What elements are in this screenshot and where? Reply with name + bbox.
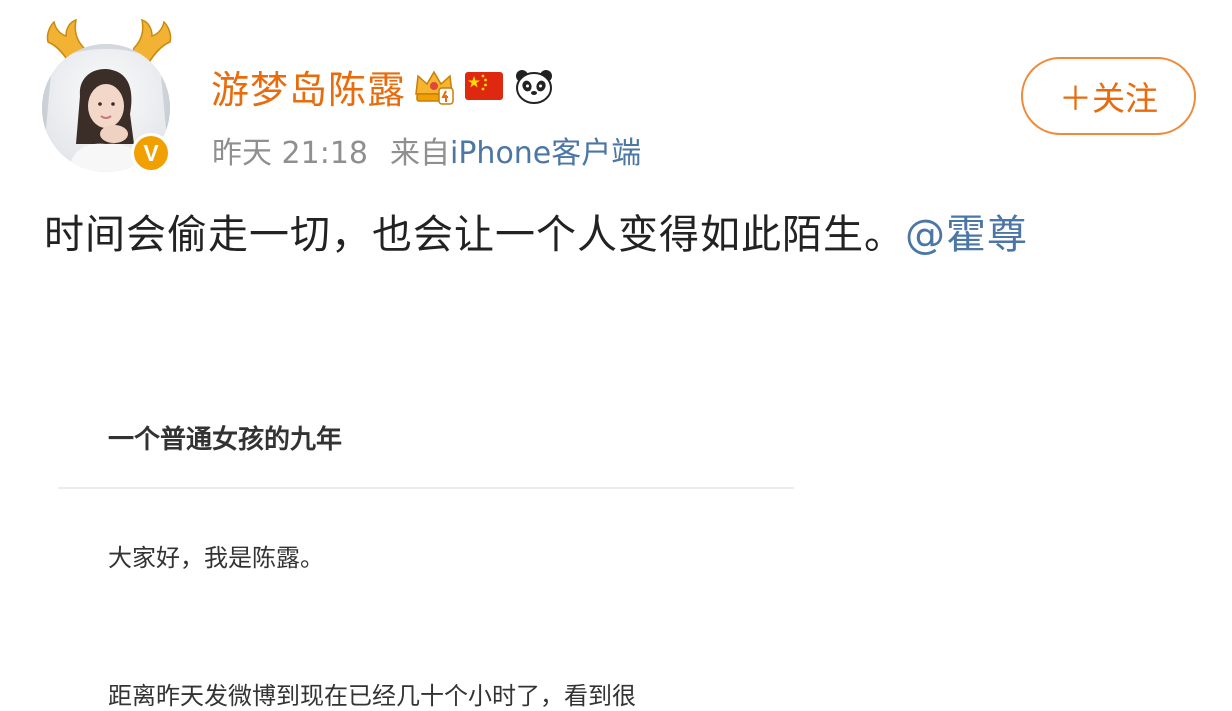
username-row: 游梦岛陈露	[211, 58, 556, 114]
china-flag-icon[interactable]	[462, 64, 506, 108]
avatar-container[interactable]: V	[36, 16, 181, 176]
article-paragraph-partial: 距离昨天发微博到现在已经几十个小时了，看到很	[108, 682, 636, 710]
article-paragraph: 大家好，我是陈露。	[108, 544, 324, 572]
source-prefix: 来自	[390, 136, 450, 171]
verified-badge-icon: V	[131, 133, 171, 173]
weibo-post-page: V 游梦岛陈露 昨天 21:18 来自 iPhone客户端 ＋关注 时间会偷走一…	[0, 0, 1232, 710]
post-content: 时间会偷走一切，也会让一个人变得如此陌生。@霍尊	[44, 204, 1184, 266]
post-text: 时间会偷走一切，也会让一个人变得如此陌生。	[44, 212, 905, 258]
crown-vip-icon[interactable]	[412, 64, 456, 108]
panda-icon[interactable]	[512, 64, 556, 108]
post-timestamp: 昨天 21:18	[212, 136, 368, 171]
username[interactable]: 游梦岛陈露	[211, 59, 406, 114]
article-divider	[58, 487, 794, 489]
verified-badge-mark: V	[134, 136, 168, 170]
source-link[interactable]: iPhone客户端	[450, 128, 641, 172]
follow-button[interactable]: ＋关注	[1021, 57, 1196, 135]
mention-link[interactable]: @霍尊	[905, 212, 1028, 258]
post-meta: 昨天 21:18 来自 iPhone客户端	[212, 128, 641, 172]
article-title[interactable]: 一个普通女孩的九年	[108, 419, 342, 456]
